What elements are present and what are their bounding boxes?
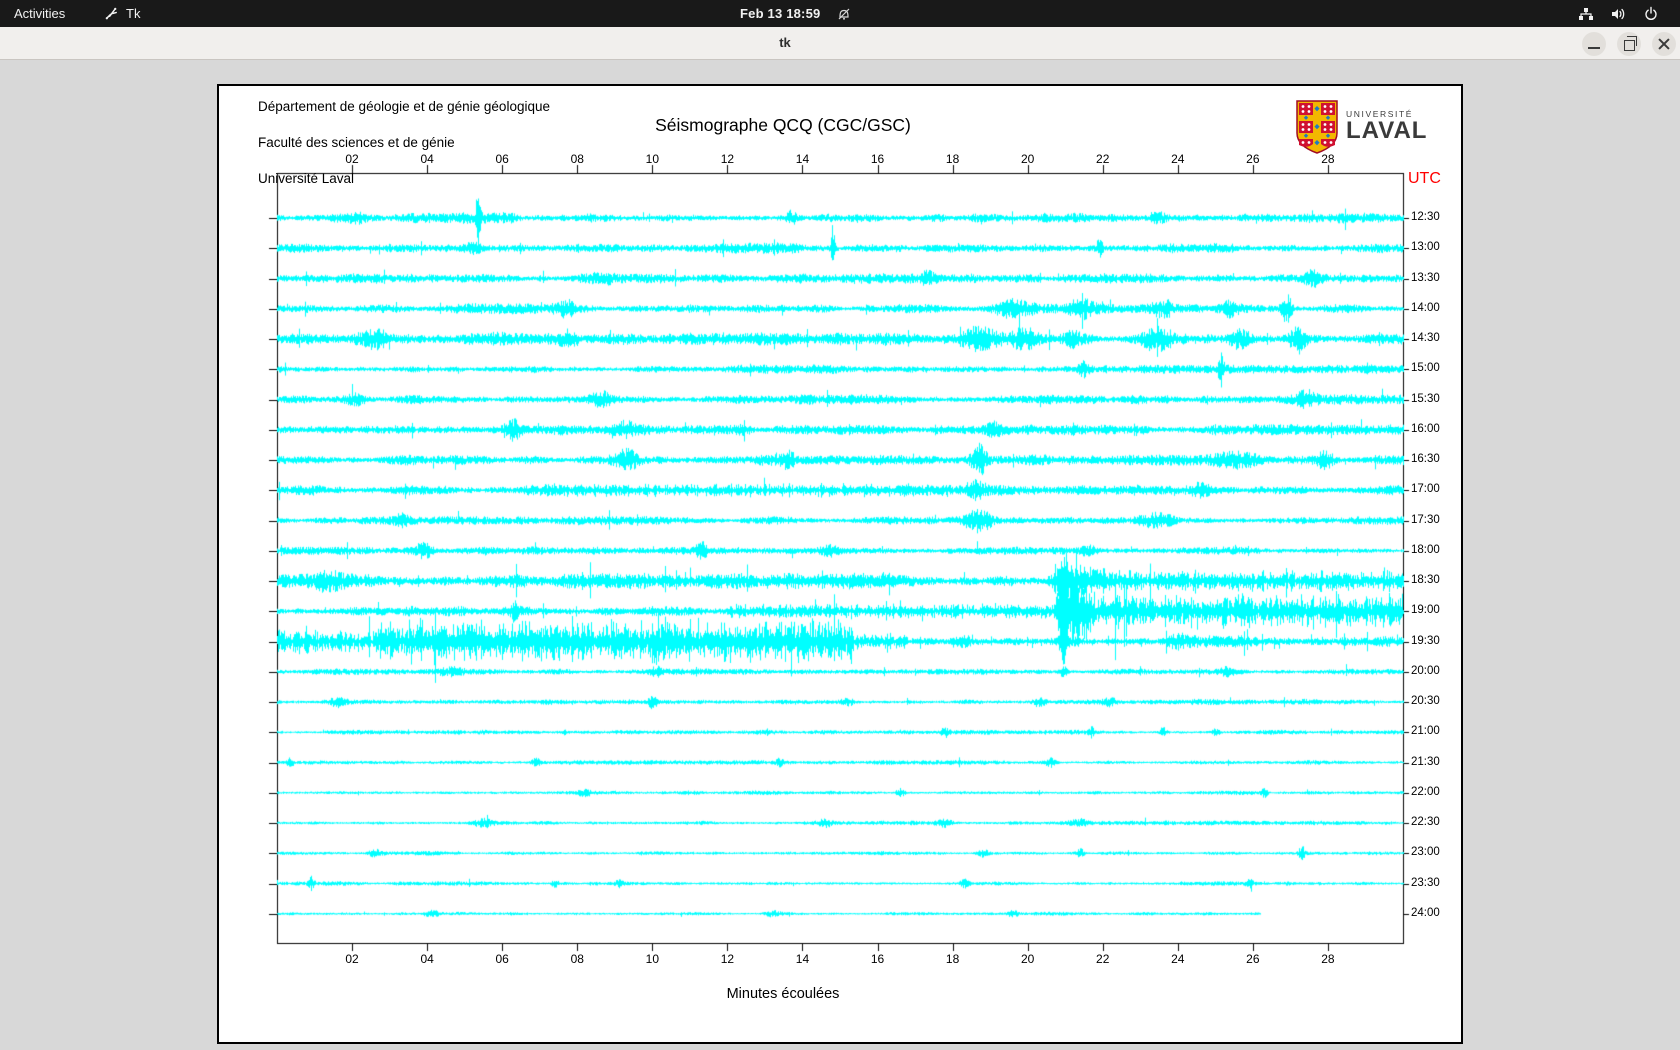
x-tick-label-top: 24 — [1171, 152, 1185, 166]
clock-button[interactable]: Feb 13 18:59 — [740, 0, 852, 27]
maximize-icon — [1624, 36, 1637, 51]
x-tick-label-bottom: 04 — [420, 952, 434, 966]
utc-row-label: 17:00 — [1411, 483, 1440, 496]
utc-row-label: 16:00 — [1411, 422, 1440, 435]
network-tree-icon — [1579, 7, 1593, 20]
close-button[interactable] — [1652, 32, 1676, 56]
seismogram-canvas — [261, 157, 1419, 967]
x-tick-label-top: 26 — [1246, 152, 1260, 166]
seismograph-window: Département de géologie et de génie géol… — [217, 84, 1463, 1044]
x-tick-label-bottom: 20 — [1020, 952, 1035, 966]
x-tick-label-bottom: 16 — [870, 952, 885, 966]
utc-row-label: 15:00 — [1411, 362, 1440, 375]
x-tick-label-bottom: 10 — [645, 952, 659, 966]
gnome-top-bar: Activities Tk Feb 13 18:59 — [0, 0, 1680, 27]
focused-app-indicator[interactable]: Tk — [104, 0, 140, 27]
utc-row-label: 12:30 — [1411, 211, 1440, 223]
activities-button[interactable]: Activities — [14, 0, 65, 27]
desktop-screen: Activities Tk Feb 13 18:59 tk Départemen… — [0, 0, 1680, 1050]
tk-feather-icon — [105, 7, 117, 20]
header-line-1: Département de géologie et de génie géol… — [258, 99, 550, 114]
x-tick-label-top: 22 — [1096, 152, 1110, 166]
x-tick-label-top: 10 — [645, 152, 659, 166]
minimize-button[interactable] — [1582, 32, 1606, 56]
laval-shield-icon — [1296, 100, 1338, 154]
utc-row-label: 13:00 — [1411, 241, 1440, 254]
window-title: tk — [779, 35, 791, 50]
x-tick-label-top: 14 — [795, 152, 810, 166]
minimize-icon — [1588, 47, 1600, 49]
utc-row-label: 21:00 — [1411, 725, 1440, 738]
system-status-area[interactable] — [1578, 0, 1659, 27]
x-tick-label-top: 12 — [720, 152, 735, 166]
utc-axis-label: UTC — [1408, 170, 1441, 187]
plot-title: Séismographe QCQ (CGC/GSC) — [655, 115, 911, 135]
x-tick-label-bottom: 06 — [495, 952, 509, 966]
logo-laval: LAVAL — [1346, 117, 1428, 144]
clock-text: Feb 13 18:59 — [740, 6, 821, 21]
power-icon — [1645, 6, 1657, 20]
x-tick-label-top: 16 — [870, 152, 885, 166]
tk-root-window: Département de géologie et de génie géol… — [0, 60, 1680, 1050]
window-titlebar[interactable]: tk — [0, 27, 1680, 60]
x-tick-label-top: 20 — [1020, 152, 1035, 166]
x-tick-label-top: 08 — [570, 152, 584, 166]
x-tick-label-bottom: 08 — [570, 952, 584, 966]
x-tick-label-top: 04 — [420, 152, 434, 166]
x-tick-label-bottom: 22 — [1096, 952, 1110, 966]
utc-row-label: 23:30 — [1411, 876, 1440, 889]
utc-row-label: 23:00 — [1411, 846, 1440, 859]
focused-app-name: Tk — [126, 6, 141, 21]
utc-row-label: 14:00 — [1411, 301, 1440, 314]
utc-row-label: 22:30 — [1411, 816, 1440, 828]
utc-row-label: 16:30 — [1411, 453, 1440, 465]
bell-slash-icon — [839, 8, 850, 20]
utc-row-label: 20:00 — [1411, 664, 1440, 677]
x-tick-label-bottom: 02 — [345, 952, 359, 966]
universite-laval-logo: UNIVERSITÉ LAVAL — [1295, 100, 1427, 154]
x-tick-label-top: 02 — [345, 152, 359, 166]
header-line-2: Faculté des sciences et de génie — [258, 135, 455, 150]
utc-row-label: 21:30 — [1411, 755, 1440, 768]
x-tick-label-bottom: 24 — [1171, 952, 1185, 966]
x-tick-label-top: 18 — [945, 152, 960, 166]
x-tick-label-bottom: 26 — [1246, 952, 1260, 966]
utc-row-label: 15:30 — [1411, 392, 1440, 405]
utc-row-label: 14:30 — [1411, 332, 1440, 344]
utc-row-label: 19:00 — [1411, 604, 1440, 617]
utc-row-label: 20:30 — [1411, 695, 1440, 707]
utc-row-label: 18:00 — [1411, 543, 1440, 556]
maximize-button[interactable] — [1617, 32, 1641, 56]
x-tick-label-top: 28 — [1321, 152, 1335, 166]
utc-row-label: 22:00 — [1411, 785, 1440, 798]
laval-logo-text: UNIVERSITÉ LAVAL — [1346, 100, 1427, 143]
utc-row-label: 17:30 — [1411, 513, 1440, 526]
x-tick-label-bottom: 14 — [795, 952, 810, 966]
utc-row-label: 19:30 — [1411, 634, 1440, 647]
x-tick-label-bottom: 28 — [1321, 952, 1335, 966]
utc-row-label: 13:30 — [1411, 271, 1440, 284]
x-axis-title: Minutes écoulées — [726, 986, 840, 1002]
x-tick-label-top: 06 — [495, 152, 509, 166]
x-tick-label-bottom: 12 — [720, 952, 735, 966]
x-tick-label-bottom: 18 — [945, 952, 960, 966]
utc-row-label: 18:30 — [1411, 574, 1440, 586]
speaker-icon — [1612, 8, 1625, 19]
utc-row-label: 24:00 — [1411, 906, 1440, 919]
